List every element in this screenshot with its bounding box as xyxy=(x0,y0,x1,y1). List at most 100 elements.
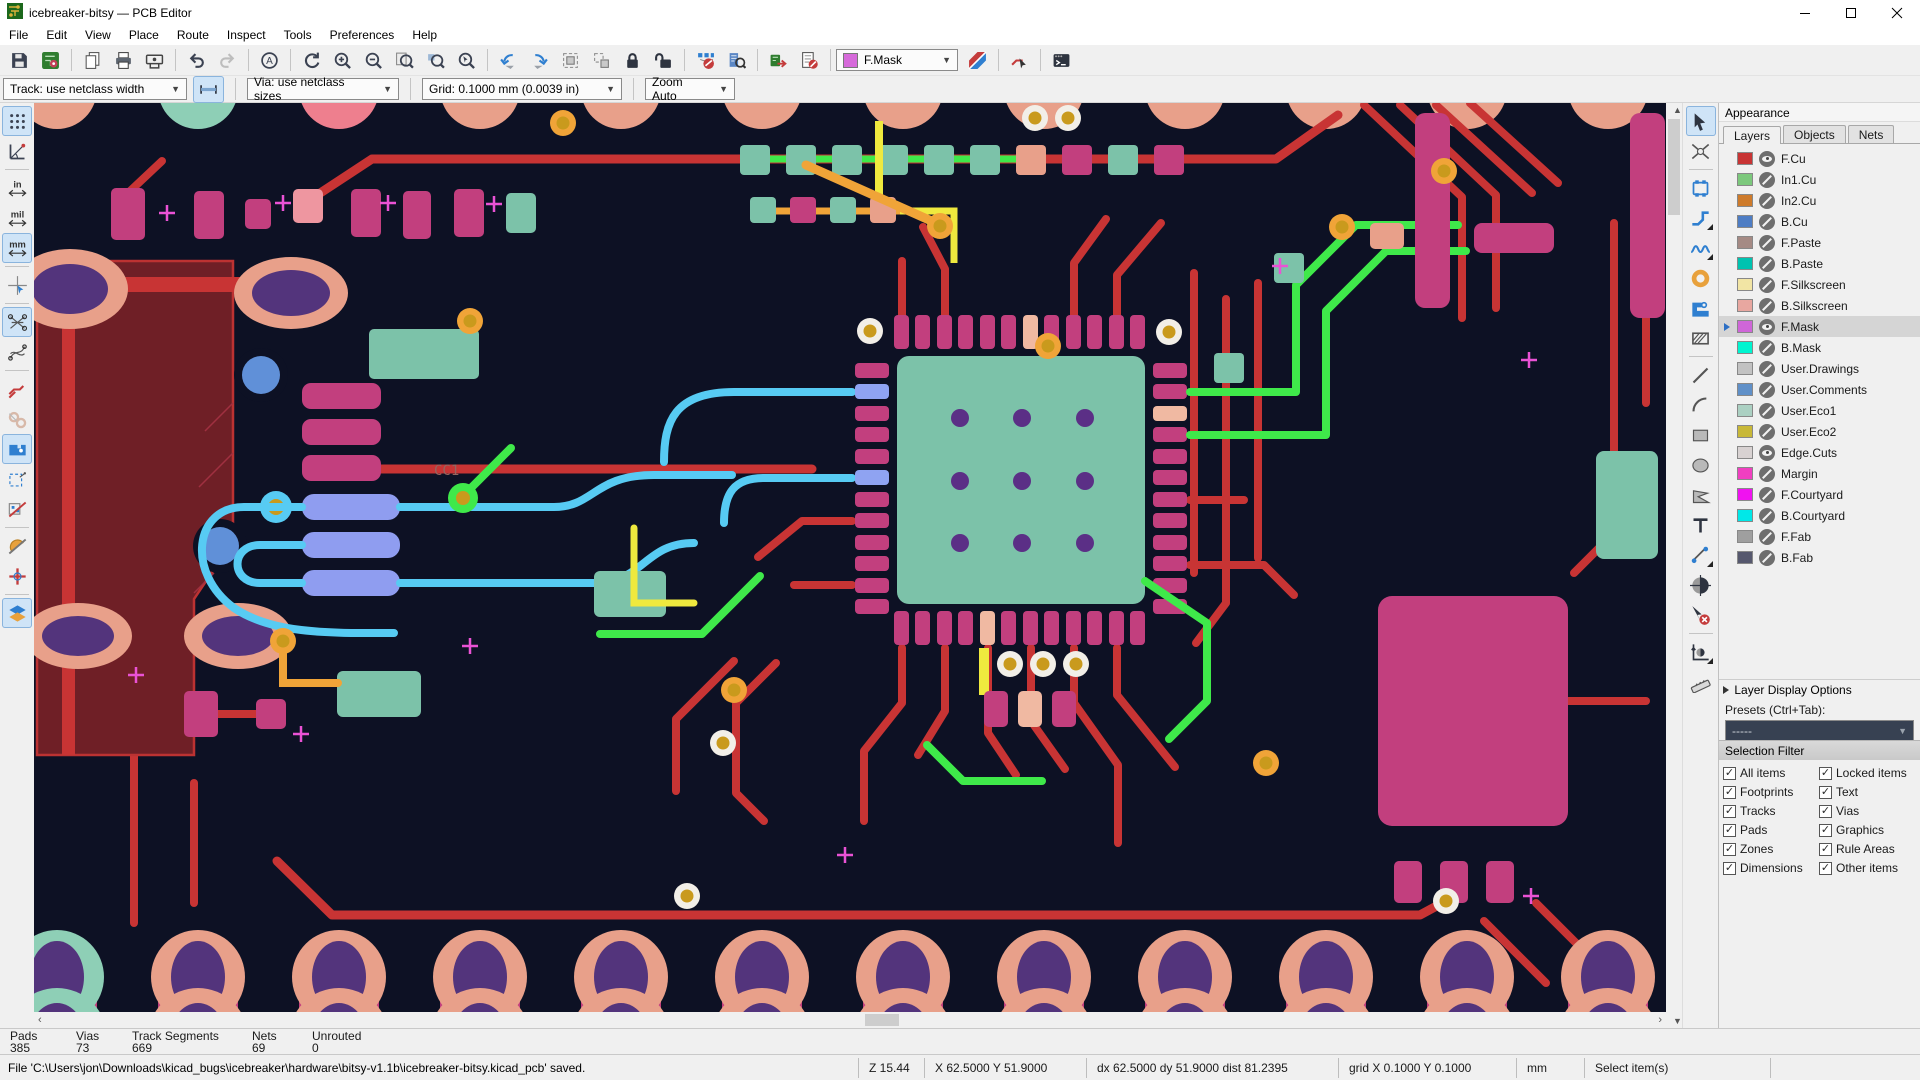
menu-inspect[interactable]: Inspect xyxy=(218,26,275,44)
scripting-console-button[interactable] xyxy=(1046,47,1077,74)
zoom-out-button[interactable] xyxy=(358,47,389,74)
ratsnest-button[interactable] xyxy=(2,307,32,337)
layer-swatch[interactable] xyxy=(1737,194,1753,207)
checkbox[interactable] xyxy=(1819,766,1832,780)
unlock-button[interactable] xyxy=(648,47,679,74)
add-via-button[interactable] xyxy=(1686,263,1716,293)
track-width-selector[interactable]: Track: use netclass width ▼ xyxy=(3,78,187,100)
add-zone-button[interactable] xyxy=(1686,293,1716,323)
visibility-icon[interactable] xyxy=(1759,549,1775,566)
net-inspector-button[interactable] xyxy=(721,47,752,74)
polar-coords-button[interactable] xyxy=(2,136,32,166)
visibility-icon[interactable] xyxy=(1759,381,1775,398)
menu-tools[interactable]: Tools xyxy=(275,26,321,44)
add-text-button[interactable] xyxy=(1686,510,1716,540)
layer-swatch[interactable] xyxy=(1737,257,1753,270)
via-display-mode-button[interactable] xyxy=(2,404,32,434)
layer-row-bfab[interactable]: B.Fab xyxy=(1719,547,1920,568)
layer-swatch[interactable] xyxy=(1737,362,1753,375)
menu-edit[interactable]: Edit xyxy=(37,26,76,44)
net-names-display-button[interactable] xyxy=(2,494,32,524)
layer-row-bpaste[interactable]: B.Paste xyxy=(1719,253,1920,274)
filter-pads[interactable]: Pads xyxy=(1723,821,1819,839)
visibility-icon[interactable] xyxy=(1759,255,1775,272)
layer-swatch[interactable] xyxy=(1737,488,1753,501)
layer-row-bcourtyard[interactable]: B.Courtyard xyxy=(1719,505,1920,526)
measure-tool-button[interactable] xyxy=(1686,667,1716,697)
auto-track-width-button[interactable] xyxy=(193,75,224,103)
layer-swatch[interactable] xyxy=(1737,530,1753,543)
filter-all-items[interactable]: All items xyxy=(1723,764,1819,782)
visibility-icon[interactable] xyxy=(1759,339,1775,356)
layer-swatch[interactable] xyxy=(1737,278,1753,291)
visibility-icon[interactable] xyxy=(1759,528,1775,545)
layer-row-fcourtyard[interactable]: F.Courtyard xyxy=(1719,484,1920,505)
filter-text[interactable]: Text xyxy=(1819,783,1915,801)
pcb-canvas[interactable]: CC1 ▲ ▼ ‹ › xyxy=(34,103,1682,1028)
board-setup-button[interactable] xyxy=(35,47,66,74)
router-settings-button[interactable] xyxy=(1004,47,1035,74)
grid-visibility-button[interactable] xyxy=(2,106,32,136)
menu-place[interactable]: Place xyxy=(120,26,168,44)
layer-row-fmask[interactable]: F.Mask xyxy=(1719,316,1920,337)
checkbox[interactable] xyxy=(1819,785,1832,799)
save-button[interactable] xyxy=(4,47,35,74)
outline-display-mode-button[interactable] xyxy=(2,464,32,494)
visibility-icon[interactable] xyxy=(1759,402,1775,419)
filter-rule-areas[interactable]: Rule Areas xyxy=(1819,840,1915,858)
units-mm-button[interactable]: mm xyxy=(2,233,32,263)
zoom-fit-button[interactable] xyxy=(389,47,420,74)
filter-locked-items[interactable]: Locked items xyxy=(1819,764,1915,782)
curved-ratsnest-button[interactable] xyxy=(2,337,32,367)
delete-tool-button[interactable] xyxy=(1686,600,1716,630)
presets-selector[interactable]: ----- ▼ xyxy=(1725,720,1914,742)
filter-dimensions[interactable]: Dimensions xyxy=(1723,859,1819,877)
group-button[interactable] xyxy=(555,47,586,74)
crosshair-cursor-button[interactable] xyxy=(2,270,32,300)
filter-footprints[interactable]: Footprints xyxy=(1723,783,1819,801)
zoom-in-button[interactable] xyxy=(327,47,358,74)
maximize-button[interactable] xyxy=(1828,0,1874,25)
layer-display-options[interactable]: Layer Display Options xyxy=(1719,679,1920,699)
tab-layers[interactable]: Layers xyxy=(1723,126,1782,144)
menu-file[interactable]: File xyxy=(0,26,37,44)
via-size-selector[interactable]: Via: use netclass sizes ▼ xyxy=(247,75,399,103)
layers-manager-button[interactable] xyxy=(2,598,32,628)
units-inches-button[interactable]: in xyxy=(2,173,32,203)
visibility-icon[interactable] xyxy=(1759,213,1775,230)
highlight-net-button[interactable] xyxy=(1686,136,1716,166)
menu-view[interactable]: View xyxy=(76,26,120,44)
layer-row-bcu[interactable]: B.Cu xyxy=(1719,211,1920,232)
layer-row-drawings[interactable]: User.Drawings xyxy=(1719,358,1920,379)
menu-help[interactable]: Help xyxy=(403,26,446,44)
visibility-icon[interactable] xyxy=(1759,444,1775,461)
zone-display-mode-button[interactable] xyxy=(2,531,32,561)
print-button[interactable] xyxy=(108,47,139,74)
layer-swatch[interactable] xyxy=(1737,446,1753,459)
checkbox[interactable] xyxy=(1819,823,1832,837)
visibility-icon[interactable] xyxy=(1759,150,1775,167)
filter-zones[interactable]: Zones xyxy=(1723,840,1819,858)
layer-row-in2cu[interactable]: In2.Cu xyxy=(1719,190,1920,211)
find-button[interactable]: A xyxy=(254,47,285,74)
layer-swatch[interactable] xyxy=(1737,467,1753,480)
layer-row-fcu[interactable]: F.Cu xyxy=(1719,148,1920,169)
pad-display-mode-button[interactable] xyxy=(2,434,32,464)
forward-button[interactable] xyxy=(524,47,555,74)
layer-row-in1cu[interactable]: In1.Cu xyxy=(1719,169,1920,190)
grid-selector[interactable]: Grid: 0.1000 mm (0.0039 in) ▼ xyxy=(422,78,622,100)
checkbox[interactable] xyxy=(1723,804,1736,818)
vertical-scroll-thumb[interactable] xyxy=(1668,119,1680,215)
drill-origin-button[interactable] xyxy=(1686,570,1716,600)
checkbox[interactable] xyxy=(1819,804,1832,818)
checkbox[interactable] xyxy=(1819,842,1832,856)
visibility-icon[interactable] xyxy=(1759,423,1775,440)
visibility-icon[interactable] xyxy=(1759,360,1775,377)
status-units[interactable]: mm xyxy=(1516,1057,1584,1078)
draw-line-button[interactable] xyxy=(1686,360,1716,390)
checkbox[interactable] xyxy=(1723,861,1736,875)
checkbox[interactable] xyxy=(1723,842,1736,856)
active-layer-selector[interactable]: F.Mask ▼ xyxy=(836,49,958,71)
layer-swatch[interactable] xyxy=(1737,320,1753,333)
via-hole-display-button[interactable] xyxy=(2,561,32,591)
